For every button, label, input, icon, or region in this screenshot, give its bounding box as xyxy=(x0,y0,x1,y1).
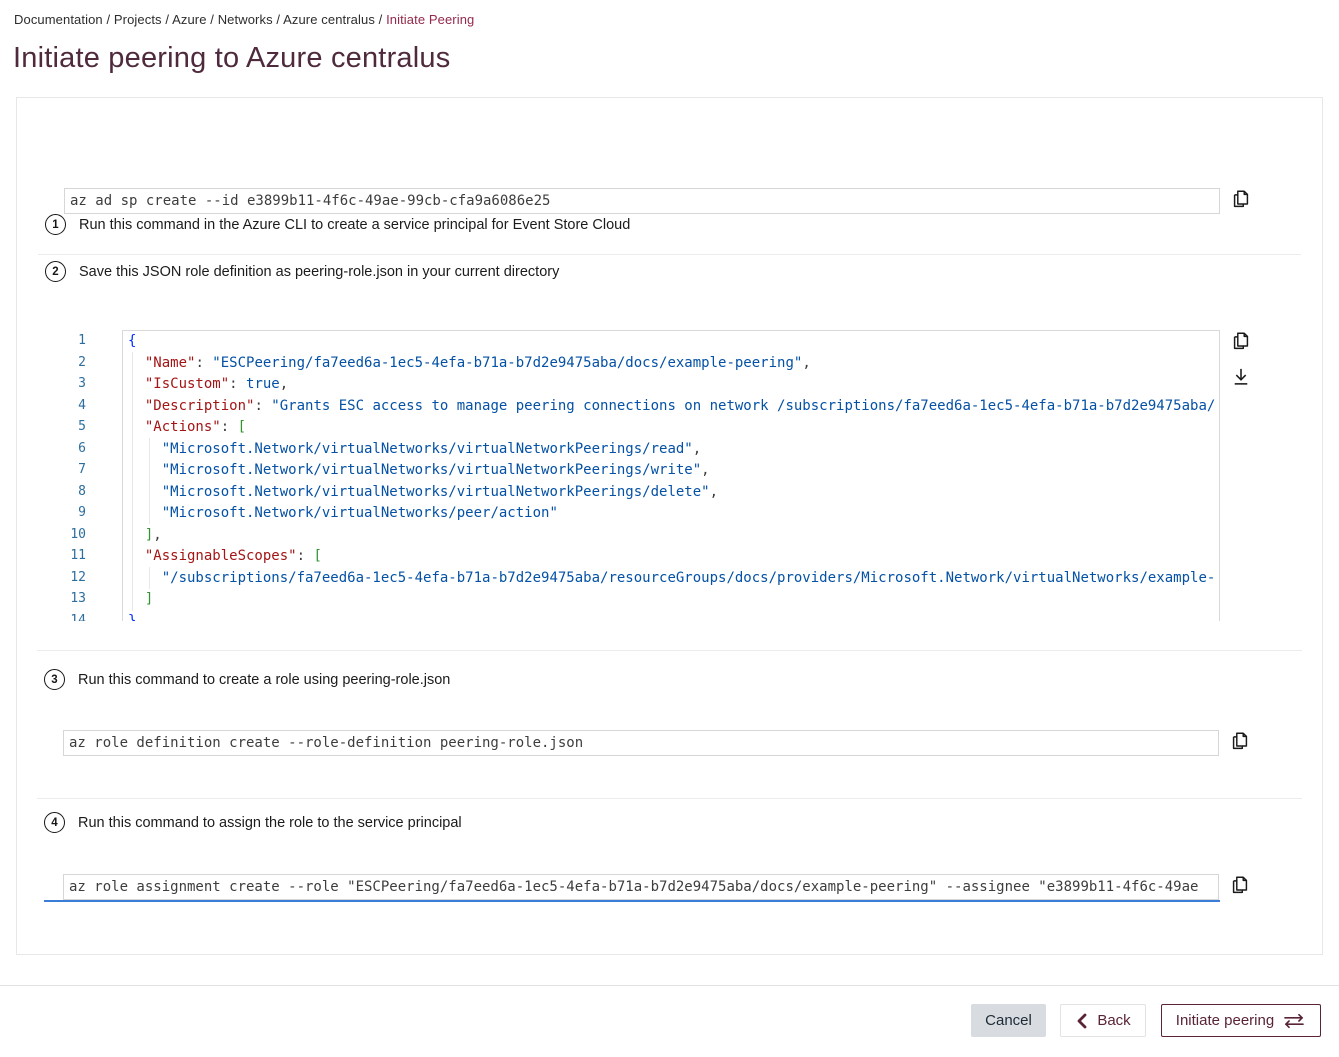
download-icon xyxy=(1230,366,1252,391)
step-1-row: 1 Run this command in the Azure CLI to c… xyxy=(45,214,630,235)
line-number: 1 xyxy=(44,330,86,352)
step-4-command-input[interactable]: az role assignment create --role "ESCPee… xyxy=(63,874,1219,900)
step-2-instruction: Save this JSON role definition as peerin… xyxy=(79,264,559,280)
breadcrumb-separator: / xyxy=(375,12,386,27)
indent-guide xyxy=(149,438,150,524)
step-3-row: 3 Run this command to create a role usin… xyxy=(44,669,450,690)
line-number: 3 xyxy=(44,373,86,395)
initiate-peering-button-label: Initiate peering xyxy=(1176,1012,1274,1029)
line-number: 6 xyxy=(44,438,86,460)
copy-icon xyxy=(1229,730,1251,755)
step-4-copy-button[interactable] xyxy=(1228,874,1252,898)
line-number: 14 xyxy=(44,610,86,622)
code-line: ], xyxy=(123,525,1219,547)
footer-divider xyxy=(0,985,1339,986)
line-number: 12 xyxy=(44,567,86,589)
code-line: "Microsoft.Network/virtualNetworks/virtu… xyxy=(123,460,1219,482)
code-line: ] xyxy=(123,589,1219,611)
horizontal-scrollbar[interactable] xyxy=(44,900,1220,902)
back-button[interactable]: Back xyxy=(1060,1004,1146,1037)
code-line: "Microsoft.Network/virtualNetworks/peer/… xyxy=(123,503,1219,525)
code-line: { xyxy=(123,331,1219,353)
copy-icon xyxy=(1230,330,1252,355)
line-number: 2 xyxy=(44,352,86,374)
breadcrumb-link[interactable]: Azure xyxy=(172,12,206,27)
code-line: "IsCustom": true, xyxy=(123,374,1219,396)
breadcrumb-separator: / xyxy=(103,12,114,27)
step-divider xyxy=(37,650,1302,651)
chevron-left-icon xyxy=(1075,1013,1089,1029)
code-line: "/subscriptions/fa7eed6a-1ec5-4efa-b71a-… xyxy=(123,568,1219,590)
line-number: 10 xyxy=(44,524,86,546)
line-number: 4 xyxy=(44,395,86,417)
json-download-button[interactable] xyxy=(1229,366,1253,390)
step-1-instruction: Run this command in the Azure CLI to cre… xyxy=(79,217,630,233)
step-3-copy-button[interactable] xyxy=(1228,730,1252,754)
step-1-number-badge: 1 xyxy=(45,214,66,235)
back-button-label: Back xyxy=(1097,1012,1130,1029)
line-number: 8 xyxy=(44,481,86,503)
step-1-copy-button[interactable] xyxy=(1229,188,1253,212)
json-editor-gutter: 1234567891011121314 xyxy=(44,330,86,621)
breadcrumb-separator: / xyxy=(207,12,218,27)
line-number: 9 xyxy=(44,502,86,524)
code-line: "Actions": [ xyxy=(123,417,1219,439)
step-4-row: 4 Run this command to assign the role to… xyxy=(44,812,462,833)
initiate-peering-wizard: Documentation / Projects / Azure / Netwo… xyxy=(0,0,1339,1057)
line-number: 7 xyxy=(44,459,86,481)
breadcrumb-link[interactable]: Networks xyxy=(218,12,273,27)
code-line: "AssignableScopes": [ xyxy=(123,546,1219,568)
line-number: 11 xyxy=(44,545,86,567)
step-1-command-input[interactable]: az ad sp create --id e3899b11-4f6c-49ae-… xyxy=(64,188,1220,214)
code-line: } xyxy=(123,611,1219,622)
indent-guide xyxy=(149,567,150,589)
json-copy-button[interactable] xyxy=(1229,330,1253,354)
breadcrumb-separator: / xyxy=(162,12,172,27)
line-number: 5 xyxy=(44,416,86,438)
page-title: Initiate peering to Azure centralus xyxy=(13,42,450,75)
cancel-button[interactable]: Cancel xyxy=(971,1004,1046,1037)
copy-icon xyxy=(1229,874,1251,899)
code-line: "Microsoft.Network/virtualNetworks/virtu… xyxy=(123,439,1219,461)
breadcrumb: Documentation / Projects / Azure / Netwo… xyxy=(14,12,474,27)
code-line: "Name": "ESCPeering/fa7eed6a-1ec5-4efa-b… xyxy=(123,353,1219,375)
initiate-peering-button[interactable]: Initiate peering xyxy=(1161,1004,1321,1037)
cancel-button-label: Cancel xyxy=(985,1012,1032,1029)
json-editor-code[interactable]: { "Name": "ESCPeering/fa7eed6a-1ec5-4efa… xyxy=(122,330,1220,621)
copy-icon xyxy=(1230,188,1252,213)
step-2-number-badge: 2 xyxy=(45,261,66,282)
step-4-number-badge: 4 xyxy=(44,812,65,833)
step-2-row: 2 Save this JSON role definition as peer… xyxy=(45,261,559,282)
step-3-instruction: Run this command to create a role using … xyxy=(78,672,450,688)
step-3-number-badge: 3 xyxy=(44,669,65,690)
code-line: "Description": "Grants ESC access to man… xyxy=(123,396,1219,418)
breadcrumb-separator: / xyxy=(273,12,283,27)
breadcrumb-link[interactable]: Documentation xyxy=(14,12,103,27)
breadcrumb-link[interactable]: Projects xyxy=(114,12,162,27)
step-3-command-input[interactable]: az role definition create --role-definit… xyxy=(63,730,1219,756)
line-number: 13 xyxy=(44,588,86,610)
code-line: "Microsoft.Network/virtualNetworks/virtu… xyxy=(123,482,1219,504)
step-4-instruction: Run this command to assign the role to t… xyxy=(78,815,462,831)
breadcrumb-link[interactable]: Azure centralus xyxy=(283,12,375,27)
indent-guide xyxy=(132,352,133,611)
swap-arrows-icon xyxy=(1282,1012,1306,1030)
breadcrumb-current: Initiate Peering xyxy=(386,12,474,27)
step-divider xyxy=(37,798,1302,799)
step-divider xyxy=(38,254,1301,255)
